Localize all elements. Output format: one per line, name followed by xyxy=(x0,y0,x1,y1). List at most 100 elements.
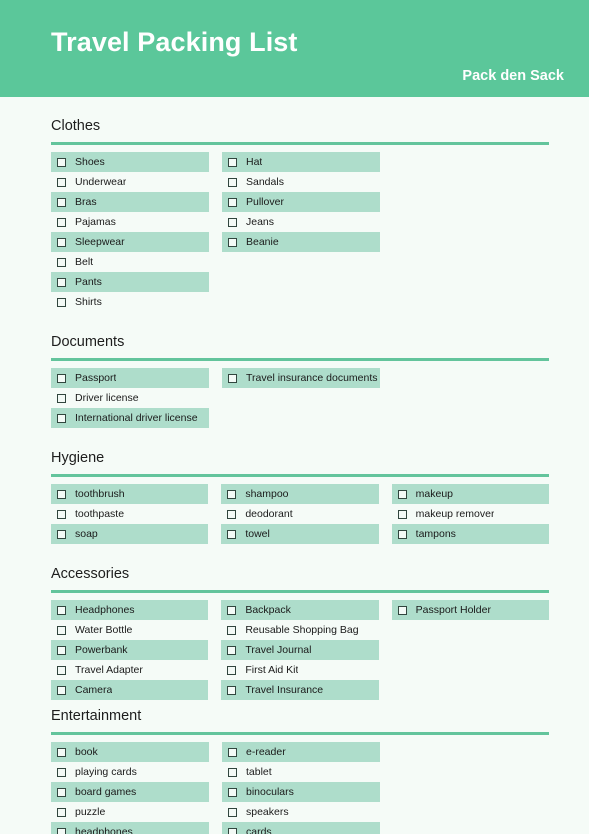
checklist-item[interactable]: First Aid Kit xyxy=(221,660,378,680)
checklist-item-label: Shoes xyxy=(75,156,105,168)
checklist-item[interactable]: Pajamas xyxy=(51,212,209,232)
checklist-item[interactable]: Bras xyxy=(51,192,209,212)
checklist-item[interactable]: Travel Insurance xyxy=(221,680,379,700)
checkbox-icon[interactable] xyxy=(228,177,237,187)
checklist-item[interactable]: Sleepwear xyxy=(51,232,209,252)
checklist-item[interactable]: Driver license xyxy=(51,388,209,408)
checkbox-icon[interactable] xyxy=(228,157,237,167)
checkbox-icon[interactable] xyxy=(227,605,237,615)
checkbox-icon[interactable] xyxy=(228,237,237,247)
checkbox-icon[interactable] xyxy=(227,489,237,499)
checkbox-icon[interactable] xyxy=(57,217,66,227)
checkbox-icon[interactable] xyxy=(57,529,66,539)
checkbox-icon[interactable] xyxy=(397,529,407,539)
checklist-item[interactable]: Shoes xyxy=(51,152,209,172)
checkbox-icon[interactable] xyxy=(227,665,237,675)
checkbox-icon[interactable] xyxy=(228,827,237,834)
checklist-item[interactable]: toothpaste xyxy=(51,504,208,524)
checklist-item[interactable]: Passport Holder xyxy=(391,600,549,620)
checkbox-icon[interactable] xyxy=(228,217,237,227)
checkbox-icon[interactable] xyxy=(57,297,66,307)
checkbox-icon[interactable] xyxy=(57,157,66,167)
checkbox-icon[interactable] xyxy=(57,807,66,817)
item-column: makeup makeup remover tampons xyxy=(391,484,549,544)
checkbox-icon[interactable] xyxy=(57,413,66,423)
checklist-item[interactable]: book xyxy=(51,742,209,762)
checklist-item-label: e-reader xyxy=(246,746,286,758)
checkbox-icon[interactable] xyxy=(57,665,66,675)
checkbox-icon[interactable] xyxy=(397,489,407,499)
checkbox-icon[interactable] xyxy=(397,605,407,615)
checklist-item[interactable]: towel xyxy=(221,524,379,544)
checklist-item[interactable]: e-reader xyxy=(222,742,380,762)
checklist-item[interactable]: Camera xyxy=(51,680,209,700)
checklist-item[interactable]: International driver license xyxy=(51,408,209,428)
checklist-item[interactable]: Travel Adapter xyxy=(51,660,208,680)
checklist-item[interactable]: makeup remover xyxy=(392,504,549,524)
checklist-item[interactable]: playing cards xyxy=(51,762,209,782)
checkbox-icon[interactable] xyxy=(57,237,66,247)
checklist-item[interactable]: Jeans xyxy=(222,212,380,232)
checkbox-icon[interactable] xyxy=(227,685,237,695)
checklist-item[interactable]: Water Bottle xyxy=(51,620,208,640)
checkbox-icon[interactable] xyxy=(57,509,66,519)
checkbox-icon[interactable] xyxy=(397,509,407,519)
checklist-item[interactable]: deodorant xyxy=(221,504,378,524)
checkbox-icon[interactable] xyxy=(227,529,237,539)
checkbox-icon[interactable] xyxy=(228,747,237,757)
checkbox-icon[interactable] xyxy=(57,645,66,655)
checklist-item[interactable]: tampons xyxy=(391,524,549,544)
checklist-item[interactable]: cards xyxy=(222,822,380,834)
checklist-item[interactable]: tablet xyxy=(222,762,380,782)
checkbox-icon[interactable] xyxy=(57,767,66,777)
checkbox-icon[interactable] xyxy=(228,373,237,383)
checklist-item[interactable]: makeup xyxy=(391,484,549,504)
checkbox-icon[interactable] xyxy=(57,177,66,187)
checklist-item[interactable]: Sandals xyxy=(222,172,380,192)
checklist-item[interactable]: headphones xyxy=(51,822,209,834)
checklist-item[interactable]: puzzle xyxy=(51,802,209,822)
checkbox-icon[interactable] xyxy=(57,197,66,207)
checklist-item-label: Sandals xyxy=(246,176,284,188)
checklist-item[interactable]: speakers xyxy=(222,802,380,822)
checkbox-icon[interactable] xyxy=(57,257,66,267)
checkbox-icon[interactable] xyxy=(227,645,237,655)
checklist-item-label: headphones xyxy=(75,826,133,834)
checklist-item[interactable]: Passport xyxy=(51,368,209,388)
checkbox-icon[interactable] xyxy=(57,685,66,695)
checklist-item[interactable]: Beanie xyxy=(222,232,380,252)
checklist-item[interactable]: Hat xyxy=(222,152,380,172)
checkbox-icon[interactable] xyxy=(57,625,66,635)
checkbox-icon[interactable] xyxy=(228,807,237,817)
checklist-item[interactable]: Headphones xyxy=(51,600,209,620)
checklist-item[interactable]: Underwear xyxy=(51,172,209,192)
checklist-item[interactable]: Travel insurance documents xyxy=(222,368,380,388)
checkbox-icon[interactable] xyxy=(57,747,66,757)
checklist-item[interactable]: Reusable Shopping Bag xyxy=(221,620,378,640)
checklist-item-label: Powerbank xyxy=(75,644,128,656)
checkbox-icon[interactable] xyxy=(57,277,66,287)
checklist-item[interactable]: Backpack xyxy=(221,600,379,620)
checklist-item[interactable]: Pants xyxy=(51,272,209,292)
checkbox-icon[interactable] xyxy=(57,489,66,499)
checkbox-icon[interactable] xyxy=(57,787,66,797)
checklist-item[interactable]: board games xyxy=(51,782,209,802)
checkbox-icon[interactable] xyxy=(227,509,237,519)
checklist-item[interactable]: Travel Journal xyxy=(221,640,379,660)
checkbox-icon[interactable] xyxy=(57,393,66,403)
checkbox-icon[interactable] xyxy=(57,373,66,383)
checklist-item[interactable]: soap xyxy=(51,524,209,544)
checkbox-icon[interactable] xyxy=(228,787,237,797)
checklist-item[interactable]: binoculars xyxy=(222,782,380,802)
checkbox-icon[interactable] xyxy=(227,625,237,635)
checklist-item[interactable]: Pullover xyxy=(222,192,380,212)
checkbox-icon[interactable] xyxy=(228,767,237,777)
checklist-item[interactable]: shampoo xyxy=(221,484,379,504)
checklist-item[interactable]: Shirts xyxy=(51,292,209,312)
checklist-item[interactable]: Belt xyxy=(51,252,209,272)
checkbox-icon[interactable] xyxy=(228,197,237,207)
checklist-item[interactable]: Powerbank xyxy=(51,640,209,660)
checklist-item[interactable]: toothbrush xyxy=(51,484,209,504)
checkbox-icon[interactable] xyxy=(57,827,66,834)
checkbox-icon[interactable] xyxy=(57,605,66,615)
